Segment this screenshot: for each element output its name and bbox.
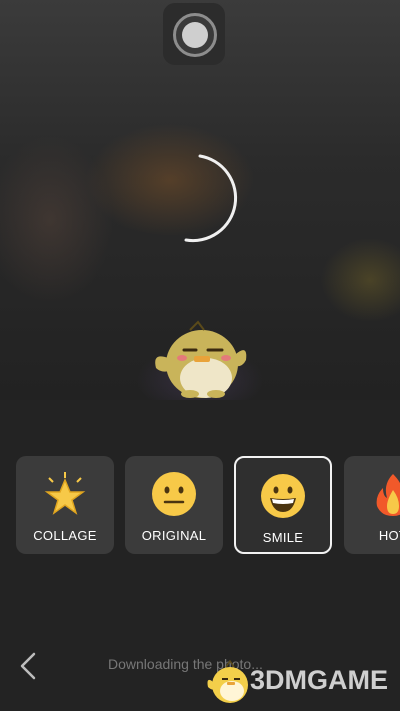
glowing-star-icon <box>44 472 86 515</box>
filter-label-original: ORIGINAL <box>141 528 207 543</box>
filter-label-collage: COLLAGE <box>33 528 97 543</box>
filter-tile-collage[interactable]: COLLAGE <box>16 456 114 554</box>
filter-tile-smile[interactable]: SMILE <box>234 456 332 554</box>
camera-preview <box>0 0 400 400</box>
grinning-face-icon <box>261 474 305 518</box>
watermark-logo: 3DMGAME <box>206 657 398 707</box>
loading-spinner-icon <box>184 154 238 243</box>
fire-icon <box>376 474 400 516</box>
chick-mascot-icon <box>207 659 248 703</box>
chevron-left-icon[interactable] <box>16 651 42 681</box>
shutter-icon <box>173 13 217 57</box>
filter-carousel[interactable]: COLLAGE ORIGINAL SMILE HOT <box>16 456 400 554</box>
filter-tile-hot[interactable]: HOT <box>344 456 400 554</box>
shutter-button[interactable] <box>163 3 225 65</box>
filter-label-hot: HOT <box>378 528 400 543</box>
chick-mascot-icon <box>155 320 247 398</box>
neutral-face-icon <box>152 472 196 516</box>
watermark-text: 3DMGAME <box>250 665 389 695</box>
filter-label-smile: SMILE <box>262 530 304 545</box>
filter-tile-original[interactable]: ORIGINAL <box>125 456 223 554</box>
